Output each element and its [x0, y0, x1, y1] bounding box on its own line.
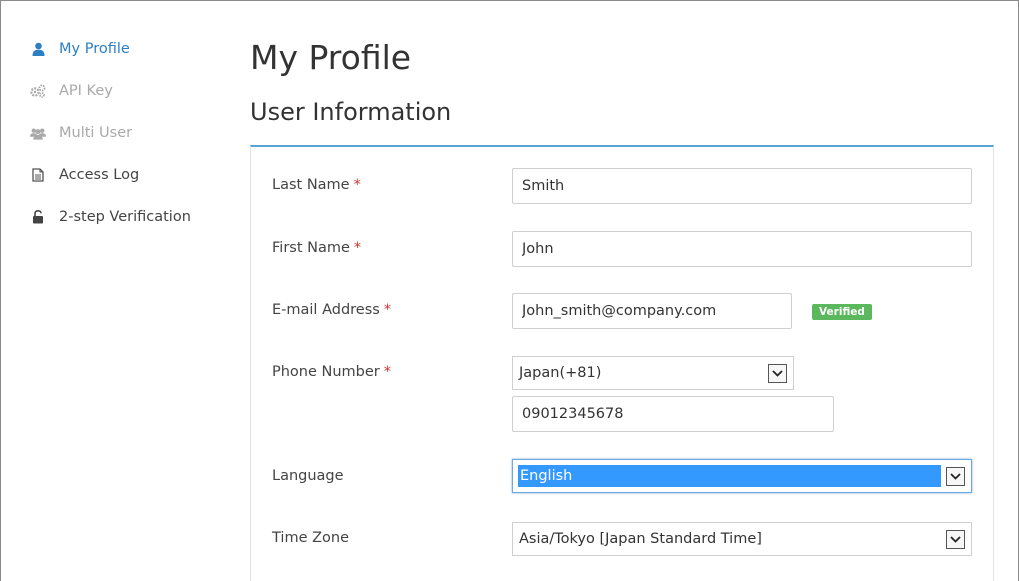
sidebar-item-label: Multi User	[59, 125, 133, 141]
page-title: My Profile	[250, 38, 412, 77]
email-label-text: E-mail Address	[272, 302, 380, 318]
required-mark: *	[353, 177, 361, 193]
chevron-down-icon[interactable]	[946, 467, 965, 486]
sidebar-item-api-key[interactable]: API Key	[30, 70, 230, 112]
language-label-text: Language	[272, 468, 344, 484]
sidebar-item-2-step-verification[interactable]: 2-step Verification	[30, 196, 230, 238]
last-name-input[interactable]	[512, 168, 972, 204]
language-selected-value: English	[518, 465, 941, 487]
phone-country-value: Japan(+81)	[519, 365, 602, 381]
timezone-value: Asia/Tokyo [Japan Standard Time]	[519, 531, 762, 547]
sidebar-item-label: 2-step Verification	[59, 209, 191, 225]
gears-icon	[30, 83, 46, 99]
email-input[interactable]	[512, 293, 792, 329]
sidebar-item-label: API Key	[59, 83, 113, 99]
language-label: Language	[272, 468, 344, 484]
chevron-down-icon[interactable]	[768, 364, 787, 383]
timezone-select[interactable]: Asia/Tokyo [Japan Standard Time]	[512, 522, 972, 556]
chevron-down-icon[interactable]	[946, 530, 965, 549]
unlock-icon	[30, 209, 46, 225]
required-mark: *	[383, 364, 392, 380]
timezone-label: Time Zone	[272, 530, 349, 546]
sidebar-item-label: My Profile	[59, 41, 130, 57]
sidebar-nav: My Profile API Key Multi User Access Log…	[30, 28, 230, 238]
phone-label-text: Phone Number	[272, 364, 380, 380]
last-name-label-text: Last Name	[272, 177, 350, 193]
language-select[interactable]: English	[512, 459, 972, 493]
sidebar-item-label: Access Log	[59, 167, 140, 183]
required-mark: *	[353, 240, 362, 256]
users-icon	[30, 125, 46, 141]
timezone-label-text: Time Zone	[272, 530, 350, 546]
last-name-label: Last Name *	[272, 177, 361, 193]
sidebar-item-multi-user[interactable]: Multi User	[30, 112, 230, 154]
phone-label: Phone Number *	[272, 364, 391, 380]
email-label: E-mail Address *	[272, 302, 391, 318]
phone-number-input[interactable]	[512, 396, 834, 432]
document-icon	[30, 167, 46, 183]
verified-badge: Verified	[812, 304, 872, 320]
sidebar-item-my-profile[interactable]: My Profile	[30, 28, 230, 70]
first-name-label: First Name *	[272, 240, 361, 256]
first-name-input[interactable]	[512, 231, 972, 267]
required-mark: *	[383, 302, 392, 318]
phone-country-select[interactable]: Japan(+81)	[512, 356, 794, 390]
section-title: User Information	[250, 98, 452, 126]
first-name-label-text: First Name	[272, 240, 350, 256]
user-icon	[30, 41, 46, 57]
sidebar-item-access-log[interactable]: Access Log	[30, 154, 230, 196]
